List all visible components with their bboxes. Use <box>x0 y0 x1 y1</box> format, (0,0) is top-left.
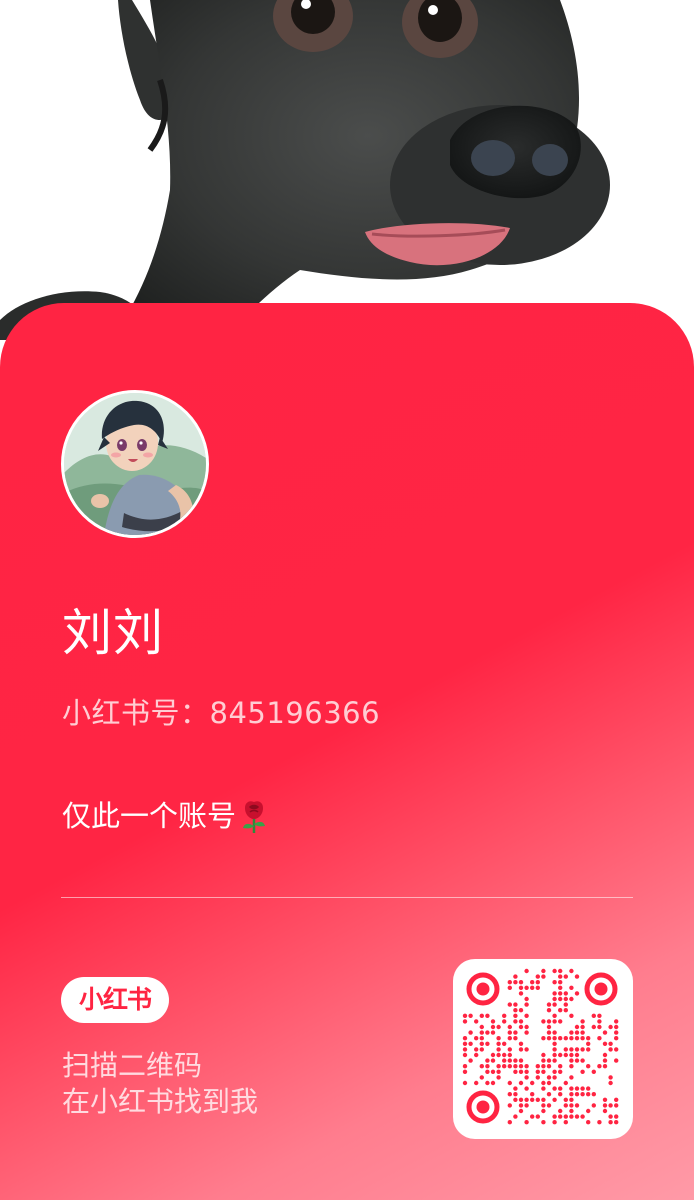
scan-tip-line2: 在小红书找到我 <box>62 1085 259 1118</box>
avatar[interactable] <box>61 390 209 538</box>
anime-boy-avatar-icon <box>64 393 206 535</box>
account-id: 小红书号：845196366 <box>62 696 381 730</box>
xiaohongshu-logo: 小红书 <box>61 977 169 1023</box>
scan-tip: 扫描二维码 在小红书找到我 <box>62 1048 258 1120</box>
user-name: 刘刘 <box>62 604 164 662</box>
qr-code-icon <box>462 968 619 1125</box>
cover-photo <box>0 0 694 340</box>
profile-card: 刘刘 小红书号：845196366 仅此一个账号 小红书 扫描二维码 在小红书找… <box>0 303 694 1200</box>
bio: 仅此一个账号 <box>62 796 268 844</box>
divider <box>61 897 633 898</box>
bio-text: 仅此一个账号 <box>62 799 237 833</box>
scan-tip-line1: 扫描二维码 <box>62 1049 203 1082</box>
dog-photo-illustration <box>0 0 610 340</box>
qr-code[interactable] <box>453 959 633 1139</box>
rose-icon <box>240 800 268 844</box>
